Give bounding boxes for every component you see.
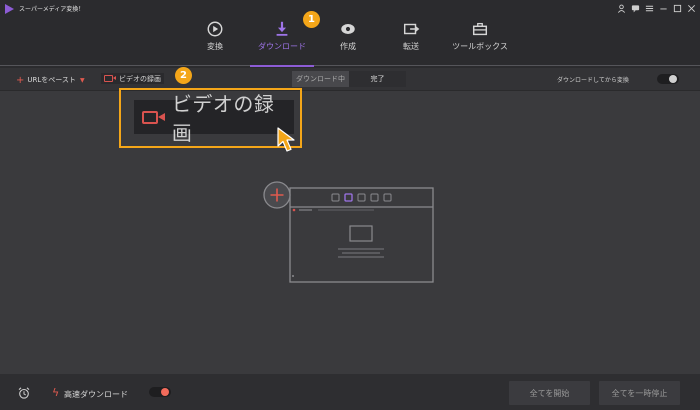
window-controls xyxy=(616,3,696,13)
nav-burn[interactable]: 作成 xyxy=(316,14,380,66)
lightning-icon: ϟ xyxy=(52,386,60,399)
footer-bar: ϟ 高速ダウンロード 全てを開始 全てを一時停止 xyxy=(0,374,700,410)
transfer-icon xyxy=(403,23,420,35)
app-title: スーパーメディア変換！ xyxy=(19,6,85,13)
paste-url-button[interactable]: + URLをペースト ▼ xyxy=(16,74,85,86)
minimize-icon[interactable] xyxy=(658,3,668,13)
toggle-knob xyxy=(669,75,677,83)
title-bar: スーパーメディア変換！ 変換 ダウンロード 作成 転送 ツールボックス xyxy=(0,0,700,68)
nav-label: 転送 xyxy=(403,42,419,51)
nav-active-indicator xyxy=(250,65,314,67)
record-video-button[interactable]: ビデオの録画 xyxy=(101,73,164,84)
start-all-button[interactable]: 全てを開始 xyxy=(509,381,590,405)
nav-label: 変換 xyxy=(207,42,223,51)
download-toolbar: + URLをペースト ▼ ビデオの録画 ダウンロード中 完了 ダウンロードしてから変… xyxy=(0,68,700,91)
convert-after-download-label: ダウンロードしてから変換 xyxy=(557,77,629,84)
empty-download-illustration xyxy=(263,181,434,283)
video-camera-icon xyxy=(142,110,165,124)
paste-url-label: URLをペースト xyxy=(27,76,76,84)
convert-icon xyxy=(207,21,223,37)
main-nav: 変換 ダウンロード 作成 転送 ツールボックス xyxy=(0,14,700,66)
nav-convert[interactable]: 変換 xyxy=(183,14,247,66)
nav-divider xyxy=(0,65,700,66)
nav-label: ダウンロード xyxy=(258,42,306,51)
step-badge-1: 1 xyxy=(303,11,320,28)
plus-icon: + xyxy=(16,75,25,86)
nav-label: ツールボックス xyxy=(452,42,508,51)
step-badge-2: 2 xyxy=(175,67,192,84)
nav-transfer[interactable]: 転送 xyxy=(379,14,443,66)
cursor-arrow-icon xyxy=(277,127,295,152)
burn-icon xyxy=(341,24,355,34)
fast-download-label: 高速ダウンロード xyxy=(64,390,128,399)
fast-download-toggle[interactable] xyxy=(149,387,171,397)
tab-downloading[interactable]: ダウンロード中 xyxy=(292,71,349,87)
pause-all-button[interactable]: 全てを一時停止 xyxy=(599,381,680,405)
convert-after-download-toggle[interactable] xyxy=(657,74,679,84)
alarm-clock-icon[interactable] xyxy=(18,387,30,399)
chat-icon[interactable] xyxy=(630,3,640,13)
nav-label: 作成 xyxy=(340,42,356,51)
user-icon[interactable] xyxy=(616,3,626,13)
maximize-icon[interactable] xyxy=(672,3,682,13)
menu-icon[interactable] xyxy=(644,3,654,13)
app-logo-icon xyxy=(5,4,14,14)
toolbox-icon xyxy=(472,22,488,36)
toggle-knob xyxy=(161,388,169,396)
download-icon xyxy=(276,21,288,36)
close-icon[interactable] xyxy=(686,3,696,13)
zoom-record-video-button: ビデオの録画 xyxy=(134,92,294,145)
chevron-down-icon[interactable]: ▼ xyxy=(80,77,85,84)
nav-toolbox[interactable]: ツールボックス xyxy=(446,14,514,66)
video-camera-icon xyxy=(104,75,116,82)
record-video-label: ビデオの録画 xyxy=(119,74,161,83)
tab-finished[interactable]: 完了 xyxy=(349,71,406,87)
